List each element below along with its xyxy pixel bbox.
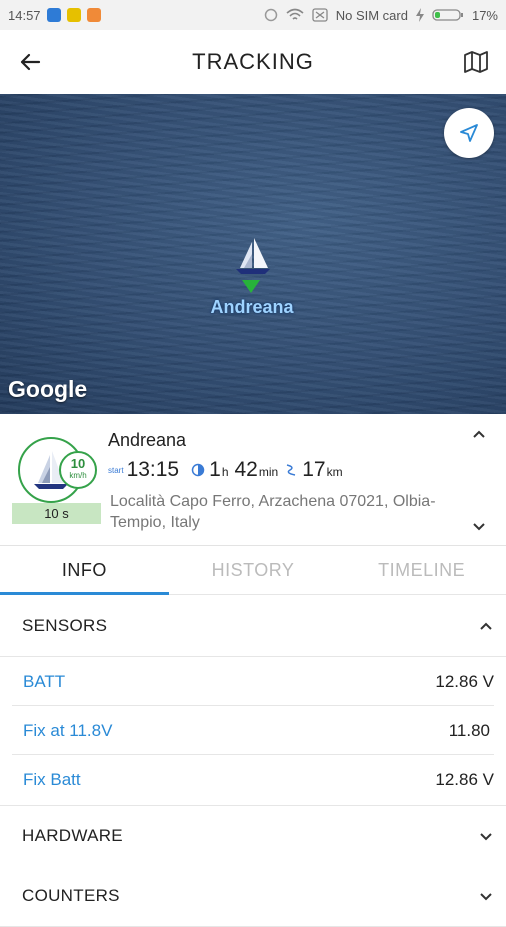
vessel-marker-icon[interactable] — [232, 236, 272, 278]
start-time: 13:15 — [126, 458, 180, 481]
chevron-up-icon[interactable] — [472, 427, 486, 441]
sensor-label: Fix Batt — [23, 769, 81, 789]
sensor-value: 11.80 — [448, 720, 490, 740]
sensor-label: BATT — [23, 671, 66, 691]
speed-badge: 10 km/h — [59, 451, 97, 489]
clock-icon — [191, 463, 205, 477]
sensor-row[interactable]: BATT 12.86 V — [0, 657, 506, 706]
section-hardware-header[interactable]: HARDWARE — [0, 805, 506, 867]
tab-info[interactable]: INFO — [0, 546, 169, 595]
map-view[interactable]: Andreana Google — [0, 94, 506, 414]
notification-app-icon — [86, 8, 101, 22]
app-bar: TRACKING — [0, 30, 506, 94]
section-title: COUNTERS — [22, 886, 120, 905]
vehicle-summary-card[interactable]: 10 km/h 10 s Andreana start 13:15 1 h 42… — [0, 414, 506, 546]
sensor-row[interactable]: Fix at 11.8V 11.80 — [0, 706, 506, 755]
tab-timeline[interactable]: TIMELINE — [337, 546, 506, 594]
alarm-icon — [264, 8, 277, 22]
start-prefix: start — [108, 465, 124, 475]
duration-hours-unit: h — [221, 465, 229, 479]
trip-stats: start 13:15 1 h 42 min 17 km — [108, 458, 349, 482]
arrow-left-icon — [20, 53, 41, 71]
speed-value: 10 — [70, 456, 86, 471]
battery-percent: 17% — [471, 7, 498, 23]
notification-app-icon — [46, 8, 61, 22]
tab-history[interactable]: HISTORY — [169, 546, 338, 594]
vehicle-name: Andreana — [108, 430, 187, 450]
speed-unit: km/h — [69, 471, 87, 480]
sensor-label: Fix at 11.8V — [23, 720, 113, 740]
status-bar: 14:57 No SIM card 17% — [0, 0, 506, 30]
map-icon — [464, 51, 488, 73]
chevron-down-icon[interactable] — [472, 519, 486, 533]
duration-minutes: 42 — [234, 458, 258, 481]
page-title: TRACKING — [192, 49, 314, 74]
map-vessel-label: Andreana — [210, 297, 294, 317]
chevron-down-icon — [480, 833, 492, 841]
vehicle-address: Località Capo Ferro, Arzachena 07021, Ol… — [110, 493, 436, 531]
wifi-icon — [286, 8, 304, 20]
sensor-row[interactable]: Fix Batt 12.86 V — [0, 755, 506, 804]
chevron-up-icon — [480, 622, 492, 630]
section-counters-header[interactable]: COUNTERS — [0, 866, 506, 927]
chevron-down-icon — [480, 893, 492, 901]
back-button[interactable] — [0, 30, 60, 94]
sim-icon — [312, 8, 328, 22]
carrier-text: No SIM card — [335, 7, 408, 23]
duration-hours: 1 — [209, 458, 221, 481]
sensor-value: 12.86 V — [435, 671, 494, 691]
distance-unit: km — [326, 465, 343, 479]
section-title: HARDWARE — [22, 826, 123, 845]
battery-icon — [432, 9, 463, 21]
notification-app-icon — [66, 8, 81, 22]
duration-minutes-unit: min — [258, 465, 279, 479]
sensor-value: 12.86 V — [435, 769, 494, 789]
charging-icon — [415, 8, 424, 22]
google-logo: Google — [8, 376, 88, 402]
locate-button[interactable] — [444, 108, 494, 158]
map-view-button[interactable] — [446, 30, 506, 94]
heading-arrow-icon — [242, 280, 260, 293]
navigation-arrow-icon — [460, 124, 478, 142]
section-title: SENSORS — [22, 616, 108, 635]
tab-bar: INFO HISTORY TIMELINE — [0, 546, 506, 595]
update-age-badge: 10 s — [12, 503, 101, 524]
route-distance-icon — [287, 464, 296, 476]
status-time: 14:57 — [8, 7, 41, 23]
section-sensors-header[interactable]: SENSORS — [0, 596, 506, 657]
distance-value: 17 — [302, 458, 326, 481]
